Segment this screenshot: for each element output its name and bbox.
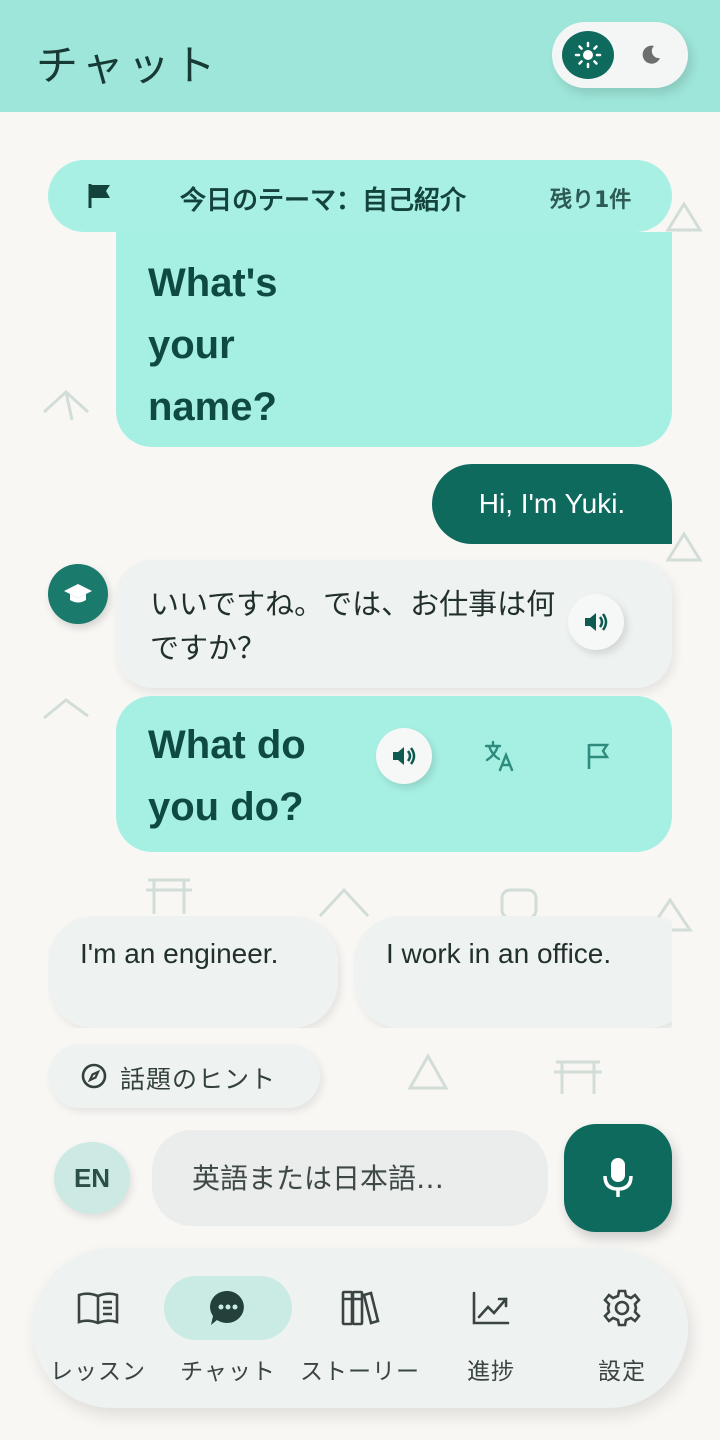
nav-item-settings[interactable]: 設定: [557, 1248, 687, 1408]
message-text: Hi, I'm Yuki.: [478, 488, 626, 519]
speaker-icon[interactable]: [376, 728, 432, 784]
gear-icon: [603, 1289, 641, 1327]
flag-outline-icon[interactable]: [578, 736, 618, 776]
remaining-count: 残り1件: [550, 188, 632, 213]
nav-item-story[interactable]: ストーリー: [295, 1248, 425, 1408]
suggestion-row: I'm an engineer. I work in an office.: [48, 916, 672, 1028]
topic-title: 今日のテーマ：自己紹介: [180, 186, 467, 216]
moon-icon[interactable]: [632, 36, 670, 74]
app-header: チャット: [0, 0, 720, 112]
bottom-navigation: レッスン チャット ストーリー 進捗 設定: [32, 1248, 688, 1408]
message-text: What do you do?: [148, 723, 306, 829]
tutor-message-en: What's your name?: [116, 232, 672, 447]
nav-label: 設定: [598, 1359, 646, 1385]
page-title: チャット: [36, 41, 220, 90]
user-message: Hi, I'm Yuki.: [432, 464, 672, 544]
nav-item-lesson[interactable]: レッスン: [33, 1248, 163, 1408]
sun-icon[interactable]: [562, 31, 614, 79]
topic-banner: 今日のテーマ：自己紹介 残り1件: [48, 160, 672, 232]
language-toggle-button[interactable]: EN: [54, 1142, 130, 1214]
nav-label: チャット: [180, 1359, 276, 1385]
books-icon: [341, 1290, 380, 1326]
nav-item-progress[interactable]: 進捗: [426, 1248, 556, 1408]
book-icon: [77, 1292, 119, 1325]
nav-label: 進捗: [467, 1359, 515, 1385]
speaker-icon[interactable]: [568, 594, 624, 650]
tutor-message-en: What do you do?: [116, 696, 672, 852]
trend-icon: [472, 1291, 510, 1325]
tutor-message-ja: いいですね。では、お仕事は何ですか？: [116, 560, 672, 688]
graduation-cap-icon: [64, 584, 92, 603]
suggestion-chip[interactable]: I work in an office.: [354, 916, 672, 1028]
message-input[interactable]: [152, 1130, 548, 1226]
theme-toggle[interactable]: [552, 22, 688, 88]
tutor-avatar: [48, 564, 108, 624]
chat-icon: [210, 1290, 244, 1325]
mic-icon: [603, 1158, 633, 1197]
mic-button[interactable]: [564, 1124, 672, 1232]
nav-label: レッスン: [50, 1359, 146, 1385]
nav-item-chat[interactable]: チャット: [163, 1248, 293, 1408]
suggestion-chip[interactable]: I'm an engineer.: [48, 916, 338, 1028]
compass-icon: [80, 1062, 108, 1094]
translate-icon[interactable]: [480, 736, 520, 776]
flag-icon: [86, 182, 114, 214]
nav-label: ストーリー: [300, 1359, 420, 1385]
message-text: いいですね。では、お仕事は何ですか？: [150, 587, 556, 665]
hint-label: 話題のヒント: [120, 1065, 277, 1094]
message-text: What's your name?: [148, 261, 278, 429]
topic-hint-button[interactable]: 話題のヒント: [48, 1044, 320, 1108]
